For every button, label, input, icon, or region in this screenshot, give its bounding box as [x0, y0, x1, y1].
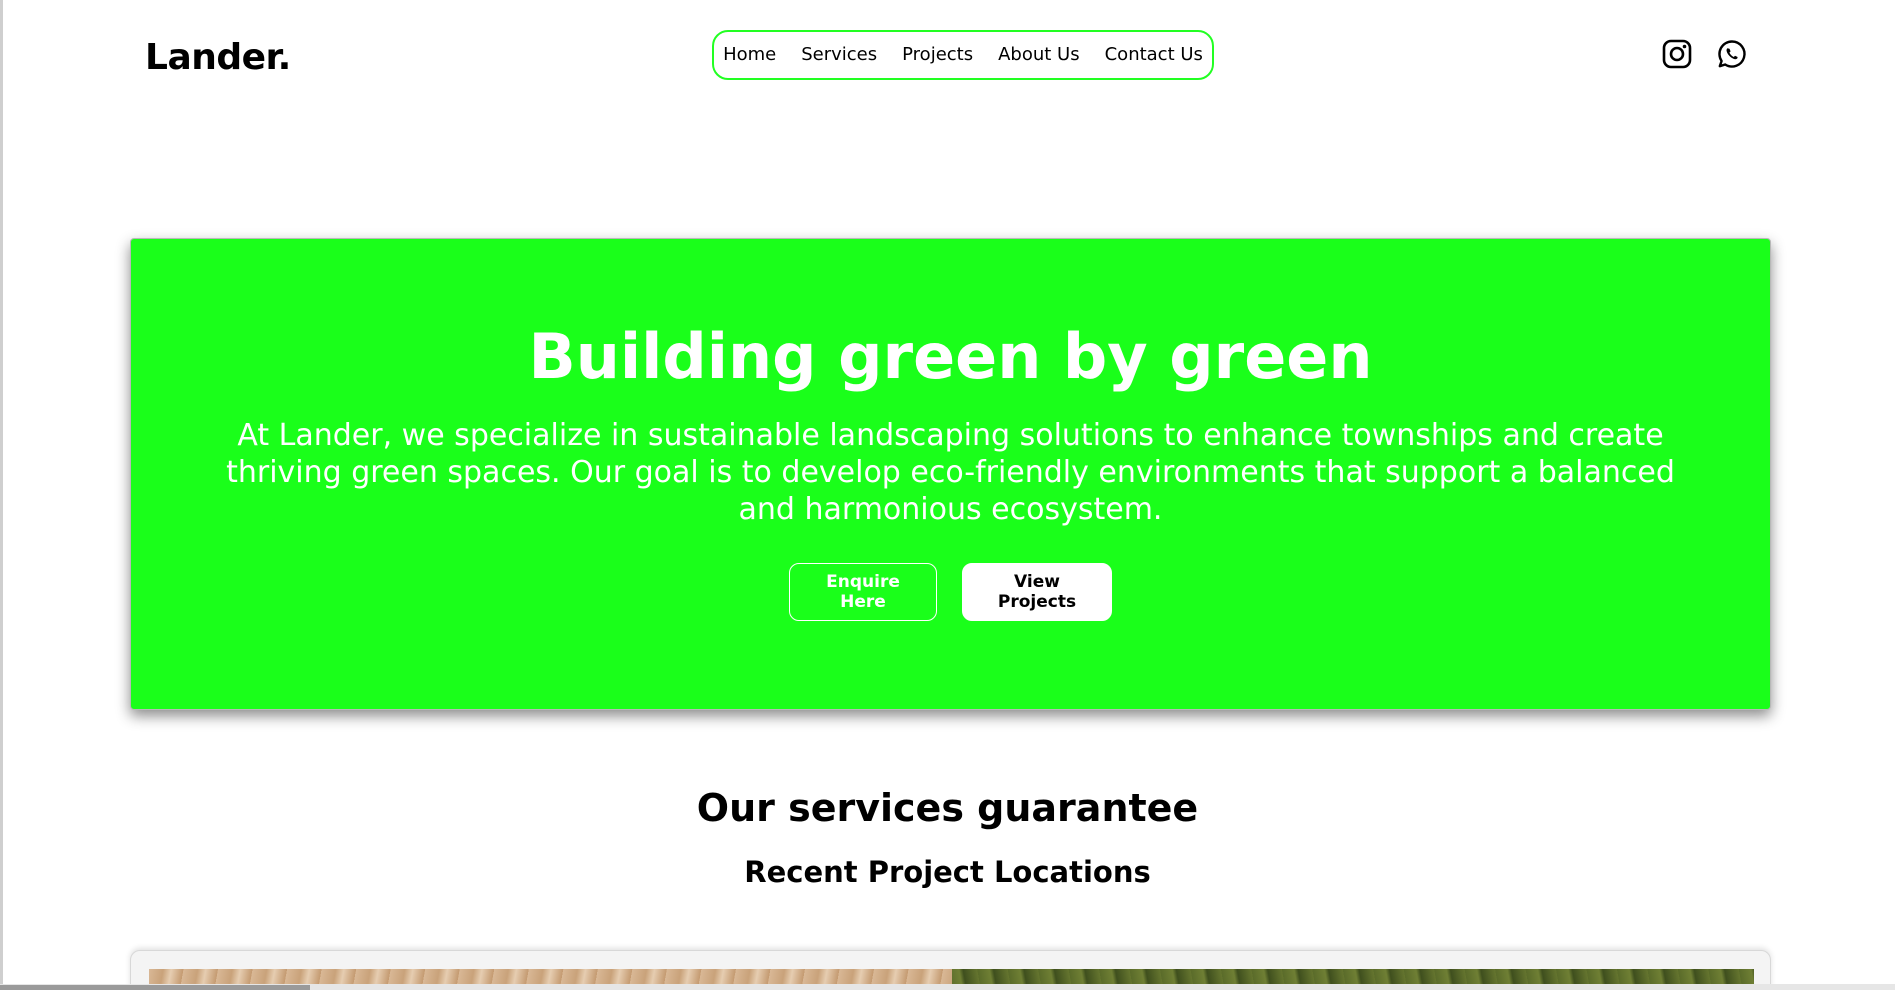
nav-about-us[interactable]: About Us — [998, 44, 1080, 66]
instagram-icon[interactable] — [1661, 38, 1693, 70]
services-title: Our services guarantee — [696, 786, 1199, 830]
instagram-glyph — [1662, 39, 1692, 69]
view-projects-button[interactable]: View Projects — [962, 563, 1112, 621]
nav-home[interactable]: Home — [723, 44, 776, 66]
hero-actions: Enquire Here View Projects — [131, 563, 1770, 621]
logo[interactable]: Lander. — [145, 34, 291, 82]
main-nav: Home Services Projects About Us Contact … — [712, 30, 1214, 80]
projects-subtitle: Recent Project Locations — [744, 855, 1151, 889]
hero-description: At Lander, we specialize in sustainable … — [226, 418, 1675, 527]
nav-projects[interactable]: Projects — [902, 44, 973, 66]
nav-contact-us[interactable]: Contact Us — [1105, 44, 1203, 66]
hero-title: Building green by green — [528, 320, 1373, 393]
whatsapp-icon[interactable] — [1716, 38, 1748, 70]
whatsapp-glyph — [1718, 40, 1746, 68]
hero-banner: Building green by green At Lander, we sp… — [130, 238, 1771, 710]
horizontal-scrollbar-thumb[interactable] — [0, 985, 310, 990]
enquire-button[interactable]: Enquire Here — [789, 563, 937, 621]
nav-services[interactable]: Services — [801, 44, 877, 66]
window-left-edge — [0, 0, 3, 984]
